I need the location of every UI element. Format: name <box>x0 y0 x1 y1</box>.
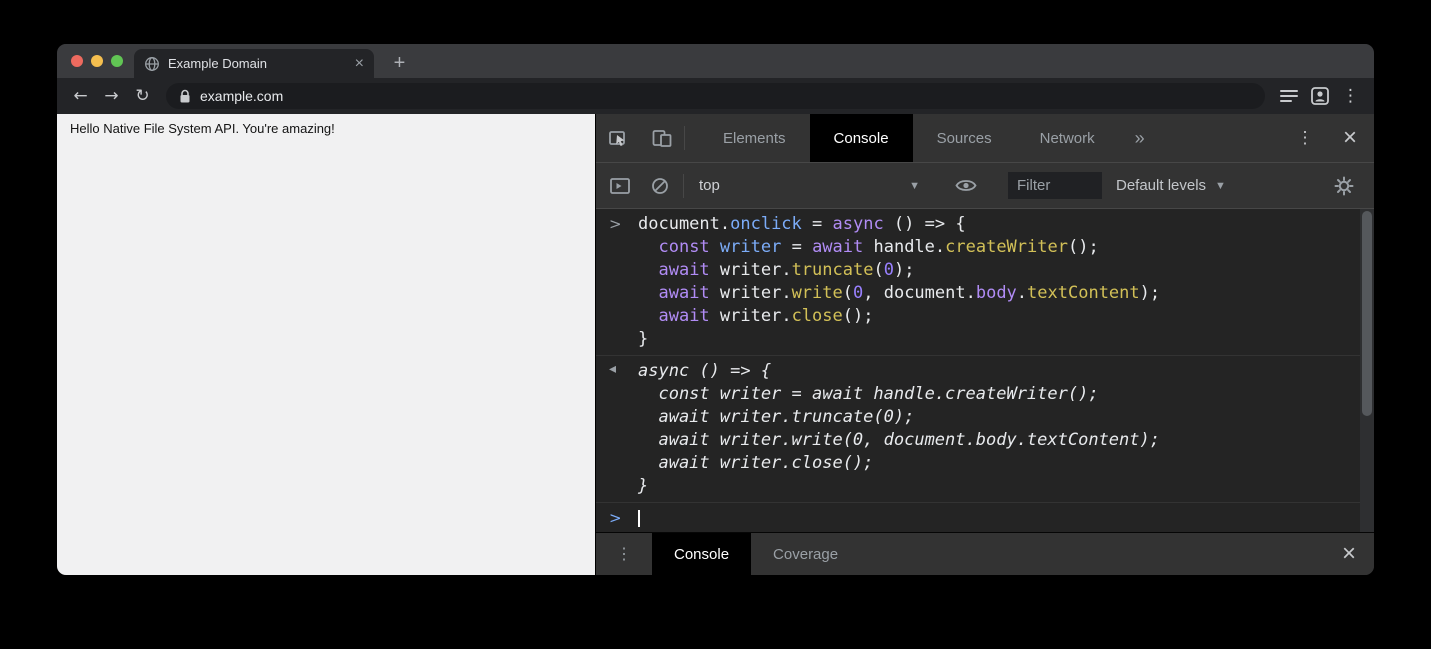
tab-elements[interactable]: Elements <box>699 114 810 162</box>
code-line: await writer.close(); <box>638 452 1358 475</box>
drawer-tab-coverage[interactable]: Coverage <box>751 533 860 575</box>
browser-tab[interactable]: Example Domain × <box>134 49 374 78</box>
page-body-text: Hello Native File System API. You're ama… <box>70 121 335 136</box>
console-result-message: ◂ async () => { const writer = await han… <box>596 356 1374 503</box>
console-messages: > document.onclick = async () => { const… <box>596 209 1374 532</box>
divider <box>683 174 684 198</box>
tab-sources[interactable]: Sources <box>913 114 1016 162</box>
drawer-tab-console[interactable]: Console <box>652 533 751 575</box>
console-sidebar-icon[interactable] <box>600 166 640 206</box>
console-result-code: async () => { const writer = await handl… <box>638 360 1358 498</box>
inspect-element-icon[interactable] <box>596 114 640 162</box>
back-icon[interactable]: ← <box>65 81 96 111</box>
console-input-code: document.onclick = async () => { const w… <box>638 213 1358 351</box>
code-line: } <box>638 328 1358 351</box>
tab-strip: Example Domain × + <box>57 44 1374 78</box>
devtools-drawer: ⋮ Console Coverage × <box>596 532 1374 575</box>
tab-console[interactable]: Console <box>810 114 913 162</box>
live-expression-eye-icon[interactable] <box>946 166 986 206</box>
forward-icon[interactable]: → <box>96 81 127 111</box>
zoom-window-button[interactable] <box>111 55 123 67</box>
url-text: example.com <box>200 88 283 104</box>
close-window-button[interactable] <box>71 55 83 67</box>
code-line: const writer = await handle.createWriter… <box>638 236 1358 259</box>
new-tab-button[interactable]: + <box>386 50 413 77</box>
console-scrollbar[interactable] <box>1360 209 1374 532</box>
reload-icon[interactable]: ↻ <box>127 81 158 111</box>
chevron-down-icon: ▼ <box>1215 180 1226 192</box>
tab-network[interactable]: Network <box>1016 114 1119 162</box>
globe-favicon-icon <box>144 56 160 72</box>
devtools-tab-bar: Elements Console Sources Network » ⋮ × <box>596 114 1374 163</box>
browser-toolbar: ← → ↻ example.com ⋮ <box>57 78 1374 114</box>
log-levels-label: Default levels <box>1116 177 1206 194</box>
code-line: await writer.write(0, document.body.text… <box>638 282 1358 305</box>
console-result-marker: ◂ <box>609 361 631 377</box>
code-line: } <box>638 475 1358 498</box>
browser-window: Example Domain × + ← → ↻ example.com ⋮ H… <box>57 44 1374 575</box>
devtools-close-icon[interactable]: × <box>1326 114 1374 162</box>
execution-context-select[interactable]: top ▼ <box>687 177 932 194</box>
log-levels-select[interactable]: Default levels ▼ <box>1102 177 1240 194</box>
minimize-window-button[interactable] <box>91 55 103 67</box>
code-line: const writer = await handle.createWriter… <box>638 383 1358 406</box>
profile-icon[interactable] <box>1304 81 1335 111</box>
console-prompt-marker: > <box>609 509 631 527</box>
device-toolbar-icon[interactable] <box>640 114 684 162</box>
console-toolbar: top ▼ Default levels ▼ <box>596 163 1374 209</box>
web-page: Hello Native File System API. You're ama… <box>57 114 595 575</box>
console-settings-gear-icon[interactable] <box>1324 166 1364 206</box>
traffic-lights <box>71 55 123 67</box>
console-prompt[interactable]: > <box>596 503 1374 529</box>
divider <box>684 126 685 150</box>
text-cursor <box>638 510 640 527</box>
code-line: await writer.close(); <box>638 305 1358 328</box>
code-line: await writer.truncate(0); <box>638 406 1358 429</box>
clear-console-icon[interactable] <box>640 166 680 206</box>
drawer-close-icon[interactable]: × <box>1324 533 1374 575</box>
code-line: document.onclick = async () => { <box>638 213 1358 236</box>
content-area: Hello Native File System API. You're ama… <box>57 114 1374 575</box>
devtools-menu-kebab-icon[interactable]: ⋮ <box>1284 114 1326 162</box>
tab-close-icon[interactable]: × <box>355 56 364 72</box>
address-bar[interactable]: example.com <box>166 83 1265 109</box>
chrome-menu-kebab-icon[interactable]: ⋮ <box>1335 81 1366 111</box>
drawer-menu-kebab-icon[interactable]: ⋮ <box>596 533 652 575</box>
code-line: await writer.truncate(0); <box>638 259 1358 282</box>
devtools-tabs: Elements Console Sources Network <box>699 114 1119 162</box>
execution-context-label: top <box>699 177 720 194</box>
more-tabs-icon[interactable]: » <box>1119 114 1161 162</box>
tab-title: Example Domain <box>168 56 347 71</box>
lock-icon <box>179 89 191 104</box>
console-command-message: > document.onclick = async () => { const… <box>596 209 1374 356</box>
code-line: async () => { <box>638 360 1358 383</box>
filter-input[interactable] <box>1008 172 1102 199</box>
scrollbar-thumb[interactable] <box>1362 211 1372 416</box>
chevron-down-icon: ▼ <box>909 180 920 192</box>
devtools-panel: Elements Console Sources Network » ⋮ × <box>595 114 1374 575</box>
console-input-marker: > <box>609 215 631 233</box>
code-line: await writer.write(0, document.body.text… <box>638 429 1358 452</box>
lines-icon[interactable] <box>1273 81 1304 111</box>
